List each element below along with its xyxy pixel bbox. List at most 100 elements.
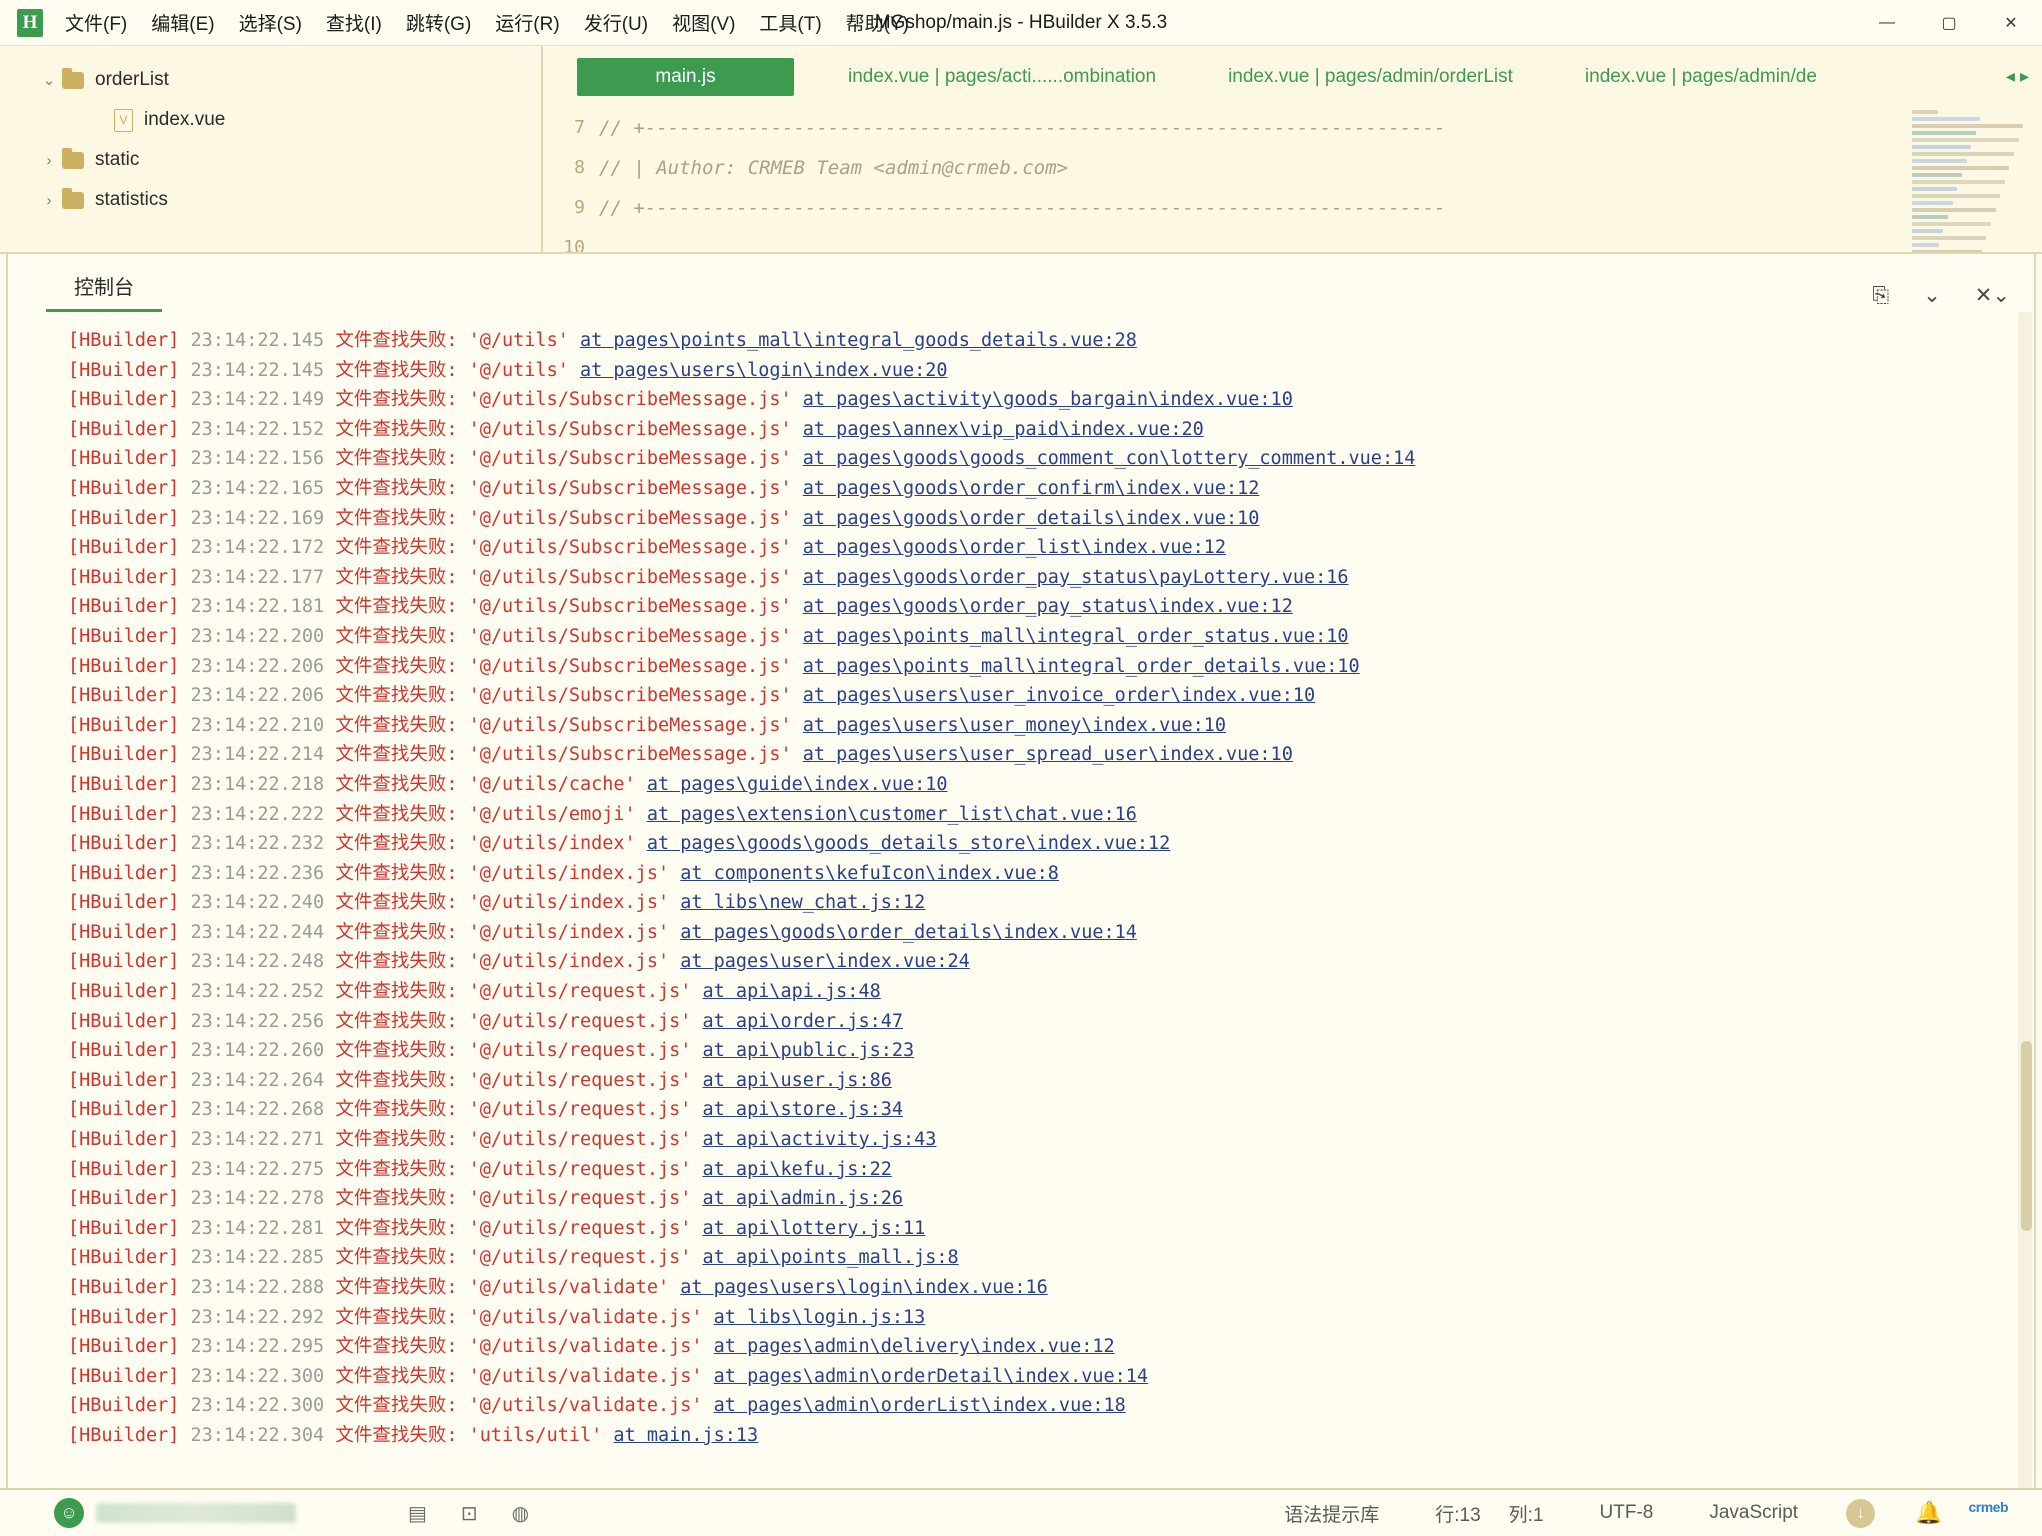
log-source-link[interactable]: at pages\goods\order_details\index.vue:1… bbox=[803, 508, 1260, 529]
console-output[interactable]: [HBuilder] 23:14:22.145 文件查找失败: '@/utils… bbox=[8, 312, 2034, 1488]
collapse-icon[interactable]: ⌄ bbox=[1923, 285, 1941, 306]
avatar[interactable]: ☺ bbox=[54, 1498, 84, 1528]
log-source-link[interactable]: at libs\login.js:13 bbox=[714, 1307, 926, 1328]
code-area[interactable]: 7 8 9 10 // +------------------------------… bbox=[543, 108, 2042, 252]
log-source-link[interactable]: at api\lottery.js:11 bbox=[703, 1218, 926, 1239]
log-source-link[interactable]: at pages\admin\orderDetail\index.vue:14 bbox=[714, 1366, 1148, 1387]
editor-tab-3[interactable]: index.vue | pages/admin/de bbox=[1567, 58, 1835, 96]
editor-tab-1[interactable]: index.vue | pages/acti......ombination bbox=[830, 58, 1174, 96]
console-log-line: [HBuilder] 23:14:22.206 文件查找失败: '@/utils… bbox=[8, 652, 2034, 682]
log-source-link[interactable]: at api\points_mall.js:8 bbox=[703, 1247, 959, 1268]
log-source-link[interactable]: at pages\goods\order_pay_status\payLotte… bbox=[803, 567, 1349, 588]
log-source-link[interactable]: at pages\goods\order_pay_status\index.vu… bbox=[803, 596, 1293, 617]
encoding-button[interactable]: UTF-8 bbox=[1572, 1502, 1682, 1524]
project-tree[interactable]: ⌄ orderList Vindex.vue › static › statistics bbox=[0, 46, 543, 252]
log-source-link[interactable]: at api\kefu.js:22 bbox=[703, 1159, 892, 1180]
code-minimap[interactable] bbox=[1912, 110, 2028, 252]
menu-find[interactable]: 查找(I) bbox=[314, 5, 394, 40]
open-in-new-window-icon[interactable]: ⎘ bbox=[1872, 285, 1889, 306]
log-source-link[interactable]: at pages\users\login\index.vue:16 bbox=[680, 1277, 1048, 1298]
log-source-link[interactable]: at pages\extension\customer_list\chat.vu… bbox=[647, 804, 1137, 825]
editor-tab-0[interactable]: main.js bbox=[577, 58, 794, 96]
log-timestamp: 23:14:22.300 bbox=[190, 1395, 325, 1417]
log-source-link[interactable]: at api\public.js:23 bbox=[703, 1040, 915, 1061]
log-source-link[interactable]: at pages\points_mall\integral_order_deta… bbox=[803, 656, 1360, 677]
log-source-link[interactable]: at pages\points_mall\integral_order_stat… bbox=[803, 626, 1349, 647]
log-source-link[interactable]: at pages\guide\index.vue:10 bbox=[647, 774, 948, 795]
tree-item-statistics[interactable]: › statistics bbox=[0, 180, 541, 220]
terminal-icon[interactable]: ⊡ bbox=[461, 1501, 478, 1526]
log-source-tag: [HBuilder] bbox=[68, 596, 180, 618]
log-source-link[interactable]: at api\order.js:47 bbox=[703, 1011, 903, 1032]
log-timestamp: 23:14:22.214 bbox=[190, 744, 325, 766]
console-log-line: [HBuilder] 23:14:22.172 文件查找失败: '@/utils… bbox=[8, 533, 2034, 563]
menu-help[interactable]: 帮助(Y) bbox=[834, 5, 921, 40]
log-source-link[interactable]: at pages\admin\orderList\index.vue:18 bbox=[714, 1395, 1126, 1416]
log-message: 文件查找失败: bbox=[335, 1129, 458, 1151]
tab-console[interactable]: 控制台 bbox=[46, 271, 162, 312]
download-icon[interactable]: ↓ bbox=[1846, 1498, 1876, 1528]
log-message: 文件查找失败: bbox=[335, 1158, 458, 1180]
language-button[interactable]: JavaScript bbox=[1681, 1502, 1826, 1524]
log-source-link[interactable]: at pages\activity\goods_bargain\index.vu… bbox=[803, 389, 1293, 410]
log-source-link[interactable]: at pages\users\user_money\index.vue:10 bbox=[803, 715, 1226, 736]
log-source-link[interactable]: at pages\goods\goods_details_store\index… bbox=[647, 833, 1170, 854]
tree-item-orderList[interactable]: ⌄ orderList bbox=[0, 60, 541, 100]
syntax-library-button[interactable]: 语法提示库 bbox=[1256, 1500, 1407, 1527]
log-source-link[interactable]: at libs\new_chat.js:12 bbox=[680, 892, 925, 913]
menu-view[interactable]: 视图(V) bbox=[660, 5, 747, 40]
tab-prev-icon[interactable]: ◂ bbox=[2006, 66, 2020, 86]
log-source-tag: [HBuilder] bbox=[68, 1040, 180, 1062]
log-source-link[interactable]: at components\kefuIcon\index.vue:8 bbox=[680, 863, 1059, 884]
cursor-column[interactable]: 列:1 bbox=[1509, 1500, 1572, 1527]
log-timestamp: 23:14:22.288 bbox=[190, 1277, 325, 1298]
tab-next-icon[interactable]: ▸ bbox=[2020, 66, 2034, 86]
menu-select[interactable]: 选择(S) bbox=[227, 5, 314, 40]
console-scroll-thumb[interactable] bbox=[2021, 1041, 2032, 1232]
log-timestamp: 23:14:22.240 bbox=[190, 892, 325, 914]
log-source-link[interactable]: at pages\users\user_invoice_order\index.… bbox=[803, 685, 1315, 706]
chevron-right-icon[interactable]: › bbox=[36, 192, 62, 209]
chevron-right-icon[interactable]: › bbox=[36, 152, 62, 169]
outline-icon[interactable]: ▤ bbox=[408, 1501, 427, 1526]
menu-run[interactable]: 运行(R) bbox=[483, 5, 571, 40]
cursor-line[interactable]: 行:13 bbox=[1407, 1500, 1508, 1527]
log-source-link[interactable]: at pages\users\login\index.vue:20 bbox=[580, 360, 948, 381]
log-source-link[interactable]: at pages\goods\order_list\index.vue:12 bbox=[803, 537, 1226, 558]
log-source-link[interactable]: at pages\admin\delivery\index.vue:12 bbox=[714, 1336, 1115, 1357]
tab-scroll-arrows[interactable]: ◂▸ bbox=[2006, 66, 2034, 87]
bell-icon[interactable]: 🔔 bbox=[1915, 1500, 1942, 1526]
plugin-icon[interactable]: ◍ bbox=[512, 1501, 529, 1526]
log-source-link[interactable]: at main.js:13 bbox=[613, 1425, 758, 1446]
menu-tools[interactable]: 工具(T) bbox=[747, 5, 833, 40]
log-source-link[interactable]: at api\user.js:86 bbox=[703, 1070, 892, 1091]
log-source-link[interactable]: at api\store.js:34 bbox=[703, 1099, 903, 1120]
log-source-link[interactable]: at api\api.js:48 bbox=[703, 981, 881, 1002]
minimize-button[interactable]: — bbox=[1856, 0, 1918, 46]
chevron-down-icon[interactable]: ⌄ bbox=[36, 71, 62, 89]
log-source-tag: [HBuilder] bbox=[68, 507, 180, 529]
close-button[interactable]: ✕ bbox=[1980, 0, 2042, 46]
log-source-link[interactable]: at api\activity.js:43 bbox=[703, 1129, 937, 1150]
maximize-button[interactable]: ▢ bbox=[1918, 0, 1980, 46]
editor-tab-2[interactable]: index.vue | pages/admin/orderList bbox=[1210, 58, 1531, 96]
tree-item-index-vue[interactable]: Vindex.vue bbox=[0, 100, 541, 140]
log-source-link[interactable]: at pages\goods\order_details\index.vue:1… bbox=[680, 922, 1137, 943]
menu-publish[interactable]: 发行(U) bbox=[572, 5, 660, 40]
code-text[interactable]: // +------------------------------------… bbox=[599, 108, 2042, 252]
menu-file[interactable]: 文件(F) bbox=[53, 5, 139, 40]
menu-goto[interactable]: 跳转(G) bbox=[394, 5, 483, 40]
log-source-link[interactable]: at pages\users\user_spread_user\index.vu… bbox=[803, 744, 1293, 765]
log-source-tag: [HBuilder] bbox=[68, 448, 180, 470]
log-source-link[interactable]: at pages\annex\vip_paid\index.vue:20 bbox=[803, 419, 1204, 440]
log-source-link[interactable]: at pages\user\index.vue:24 bbox=[680, 951, 970, 972]
clear-console-icon[interactable]: ✕⌄ bbox=[1975, 285, 2010, 306]
log-source-link[interactable]: at api\admin.js:26 bbox=[703, 1188, 903, 1209]
menu-edit[interactable]: 编辑(E) bbox=[139, 5, 226, 40]
tree-item-static[interactable]: › static bbox=[0, 140, 541, 180]
log-source-link[interactable]: at pages\goods\order_confirm\index.vue:1… bbox=[803, 478, 1260, 499]
console-scrollbar[interactable] bbox=[2018, 312, 2032, 1488]
log-source-link[interactable]: at pages\points_mall\integral_goods_deta… bbox=[580, 330, 1137, 351]
log-source-link[interactable]: at pages\goods\goods_comment_con\lottery… bbox=[803, 448, 1416, 469]
console-log-line: [HBuilder] 23:14:22.145 文件查找失败: '@/utils… bbox=[8, 326, 2034, 356]
